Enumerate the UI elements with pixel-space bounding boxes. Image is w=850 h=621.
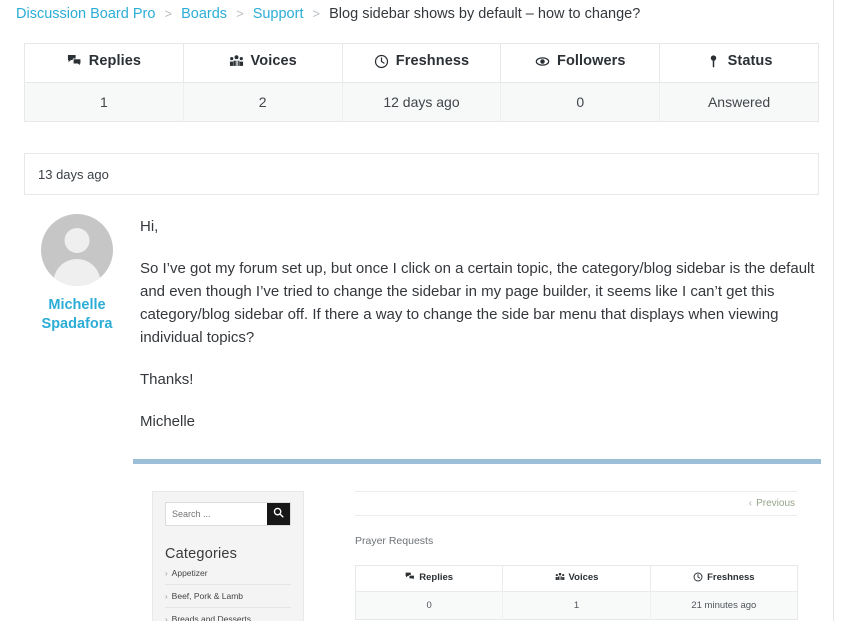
cell-freshness: 21 minutes ago xyxy=(650,592,797,620)
post-divider xyxy=(133,459,821,464)
column-header-label: Voices xyxy=(569,572,599,583)
table-row: 1 2 12 days ago 0 Answered xyxy=(25,83,819,122)
category-label: Breads and Desserts xyxy=(172,614,251,621)
column-header-label: Freshness xyxy=(396,53,469,69)
chevron-right-icon: › xyxy=(165,615,168,621)
post-paragraph-signature: Michelle xyxy=(140,410,817,433)
breadcrumb-separator: > xyxy=(308,6,326,21)
previous-link[interactable]: ‹ Previous xyxy=(749,498,795,509)
column-header-replies: Replies xyxy=(356,566,503,592)
eye-icon xyxy=(535,54,550,69)
embedded-stats-table: Replies xyxy=(355,565,798,620)
embedded-search-box[interactable] xyxy=(165,502,291,526)
avatar-body xyxy=(54,259,101,286)
embedded-pagination-bar: ‹ Previous xyxy=(355,491,797,516)
voices-icon xyxy=(229,54,244,69)
breadcrumb-item-discussion-board-pro[interactable]: Discussion Board Pro xyxy=(16,6,155,22)
embedded-main-column: ‹ Previous Prayer Requests xyxy=(355,491,833,621)
post-author-column: Michelle Spadafora xyxy=(24,211,130,433)
column-header-label: Replies xyxy=(89,53,141,69)
post: Michelle Spadafora Hi, So I’ve got my fo… xyxy=(0,211,833,433)
replies-icon xyxy=(67,54,82,69)
column-header-label: Freshness xyxy=(707,572,755,583)
list-item[interactable]: › Appetizer xyxy=(165,562,291,585)
chevron-right-icon: › xyxy=(165,592,168,601)
cell-followers: 0 xyxy=(501,83,660,122)
column-header-freshness: Freshness xyxy=(342,44,501,83)
post-paragraph-greeting: Hi, xyxy=(140,215,817,238)
cell-voices: 2 xyxy=(183,83,342,122)
post-timestamp-bar: 13 days ago xyxy=(24,153,819,195)
table-header-row: Replies xyxy=(25,44,819,83)
breadcrumb-item-current-topic: Blog sidebar shows by default – how to c… xyxy=(329,6,640,22)
column-header-status: Status xyxy=(660,44,819,83)
post-author-name[interactable]: Michelle Spadafora xyxy=(24,296,130,334)
list-item[interactable]: › Breads and Desserts xyxy=(165,608,291,621)
breadcrumb-separator: > xyxy=(231,6,249,21)
breadcrumb: Discussion Board Pro > Boards > Support … xyxy=(0,0,833,24)
cell-freshness: 12 days ago xyxy=(342,83,501,122)
column-header-voices: Voices xyxy=(503,566,650,592)
cell-replies: 1 xyxy=(25,83,184,122)
category-label: Beef, Pork & Lamb xyxy=(172,591,243,601)
search-input[interactable] xyxy=(166,503,267,525)
topic-stats-table: Replies xyxy=(24,43,819,122)
cell-status: Answered xyxy=(660,83,819,122)
clock-icon xyxy=(374,54,389,69)
embedded-sidebar-widget: Categories › Appetizer › Beef, Pork & La… xyxy=(152,491,304,621)
column-header-label: Replies xyxy=(419,572,453,583)
attached-screenshot: Categories › Appetizer › Beef, Pork & La… xyxy=(0,491,833,621)
list-item[interactable]: › Beef, Pork & Lamb xyxy=(165,585,291,608)
search-icon xyxy=(273,505,284,523)
breadcrumb-item-boards[interactable]: Boards xyxy=(181,6,227,22)
column-header-replies: Replies xyxy=(25,44,184,83)
voices-icon xyxy=(555,572,565,582)
breadcrumb-separator: > xyxy=(159,6,177,21)
category-label: Appetizer xyxy=(172,568,208,578)
previous-label: Previous xyxy=(756,498,795,509)
embedded-forum-title: Prayer Requests xyxy=(355,535,833,547)
post-body: Hi, So I’ve got my forum set up, but onc… xyxy=(130,211,833,433)
table-row: 0 1 21 minutes ago xyxy=(356,592,798,620)
breadcrumb-item-support[interactable]: Support xyxy=(253,6,304,22)
post-paragraph-question: So I’ve got my forum set up, but once I … xyxy=(140,257,817,349)
column-header-label: Followers xyxy=(557,53,626,69)
column-header-freshness: Freshness xyxy=(650,566,797,592)
replies-icon xyxy=(405,572,415,582)
avatar-head xyxy=(65,228,90,253)
cell-replies: 0 xyxy=(356,592,503,620)
table-header-row: Replies xyxy=(356,566,798,592)
column-header-label: Status xyxy=(728,53,773,69)
column-header-voices: Voices xyxy=(183,44,342,83)
clock-icon xyxy=(693,572,703,582)
chevron-right-icon: › xyxy=(165,569,168,578)
column-header-label: Voices xyxy=(251,53,297,69)
page-gutter xyxy=(834,0,850,621)
search-button[interactable] xyxy=(267,503,290,525)
post-timestamp: 13 days ago xyxy=(38,167,109,182)
embedded-categories-heading: Categories xyxy=(165,546,291,562)
post-paragraph-thanks: Thanks! xyxy=(140,368,817,391)
pin-icon xyxy=(706,54,721,69)
cell-voices: 1 xyxy=(503,592,650,620)
avatar xyxy=(41,214,113,286)
column-header-followers: Followers xyxy=(501,44,660,83)
forum-topic-page: Discussion Board Pro > Boards > Support … xyxy=(0,0,834,621)
chevron-left-icon: ‹ xyxy=(749,498,752,509)
